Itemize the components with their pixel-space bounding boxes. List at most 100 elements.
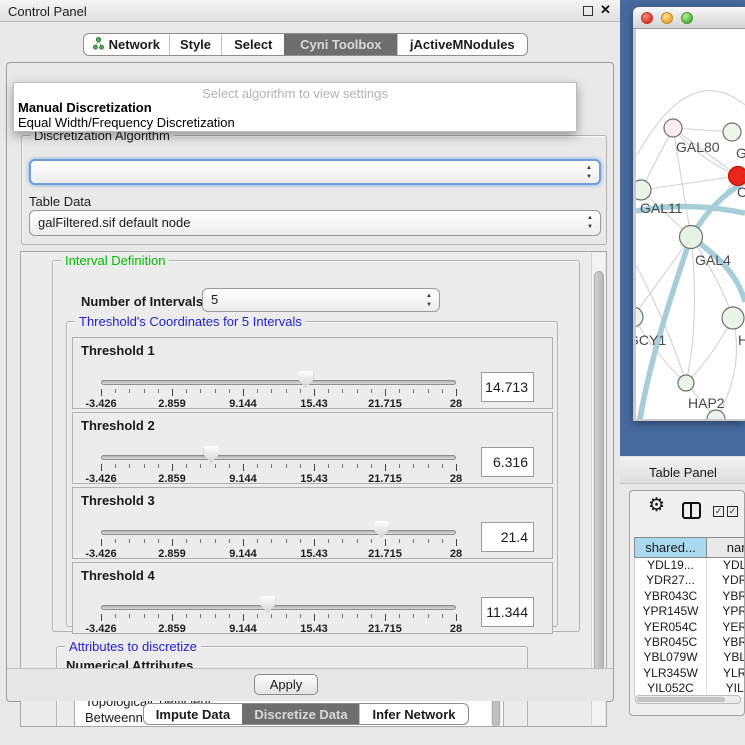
node-attribute-table: shared... name YDL19...YDL1...YDR27...YD…: [634, 537, 745, 697]
network-node[interactable]: [729, 167, 745, 186]
threshold-value-field[interactable]: 14.713: [481, 372, 534, 402]
threshold-value-field[interactable]: 21.4: [481, 522, 534, 552]
network-edge[interactable]: [686, 237, 695, 383]
threshold-slider-thumb[interactable]: [298, 371, 313, 388]
table-row[interactable]: YLR345WYLR3...: [635, 666, 745, 681]
minor-tick: [144, 389, 145, 393]
tick-label: 15.43: [300, 473, 328, 485]
number-of-intervals-combobox[interactable]: 5 ▲▼: [202, 288, 440, 312]
minor-tick: [413, 614, 414, 618]
major-tick: [314, 539, 315, 546]
network-edge[interactable]: [641, 176, 738, 190]
network-node[interactable]: [722, 307, 744, 329]
minimize-traffic-light-icon[interactable]: [661, 12, 673, 24]
scrollbar-thumb[interactable]: [637, 697, 725, 702]
threshold-slider-track[interactable]: [101, 530, 456, 535]
table-data-combobox[interactable]: galFiltered.sif default node ▲▼: [29, 210, 601, 236]
tick-label: 9.144: [229, 623, 257, 635]
network-node[interactable]: [723, 123, 741, 141]
minor-tick: [413, 539, 414, 543]
network-node[interactable]: [680, 226, 703, 249]
table-row[interactable]: YDL19...YDL1...: [635, 558, 745, 573]
tab-style[interactable]: Style: [169, 34, 222, 55]
tab-select[interactable]: Select: [221, 34, 284, 55]
main-vertical-scrollbar[interactable]: [591, 253, 605, 725]
network-node[interactable]: [678, 375, 694, 391]
network-node[interactable]: [636, 180, 651, 200]
network-edge[interactable]: [691, 237, 733, 318]
cell-name: YDR2...: [707, 573, 745, 588]
algorithm-combobox[interactable]: ▲▼: [29, 159, 601, 185]
settings-scroll-panel: Interval Definition Number of Intervals …: [20, 251, 607, 727]
column-header-name[interactable]: name: [707, 538, 745, 557]
threshold-value-field[interactable]: 6.316: [481, 447, 534, 477]
tick-label: -3.426: [85, 473, 116, 485]
tick-label: 15.43: [300, 398, 328, 410]
number-of-intervals-label: Number of Intervals: [81, 294, 203, 309]
close-traffic-light-icon[interactable]: [641, 12, 653, 24]
dropdown-item-equal-width-frequency[interactable]: Equal Width/Frequency Discretization: [14, 115, 576, 130]
table-row[interactable]: YBR045CYBR0...: [635, 635, 745, 650]
minor-tick: [257, 464, 258, 468]
network-edge-thick[interactable]: [691, 237, 745, 302]
network-node[interactable]: [664, 119, 682, 137]
split-pane-icon[interactable]: [682, 502, 701, 519]
apply-button[interactable]: Apply: [254, 674, 318, 695]
cell-name: YBR0...: [707, 589, 745, 604]
minor-tick: [271, 389, 272, 393]
threshold-slider-thumb[interactable]: [374, 521, 389, 538]
tab-impute-data[interactable]: Impute Data: [144, 704, 242, 724]
threshold-slider-track[interactable]: [101, 380, 456, 385]
float-icon[interactable]: [583, 6, 593, 16]
network-window-titlebar: [633, 7, 745, 29]
network-node-label: HAP2: [688, 395, 725, 411]
minor-tick: [413, 464, 414, 468]
gear-icon[interactable]: ⚙: [648, 494, 665, 517]
minor-tick: [399, 539, 400, 543]
minor-tick: [428, 389, 429, 393]
threshold-panel: Threshold 4-3.4262.8599.14415.4321.71528…: [72, 562, 553, 634]
cell-name: YDL1...: [707, 558, 745, 573]
minor-tick: [129, 539, 130, 543]
dropdown-item-manual-discretization[interactable]: Manual Discretization: [14, 100, 576, 115]
threshold-panel: Threshold 1-3.4262.8599.14415.4321.71528…: [72, 337, 553, 409]
minor-tick: [200, 614, 201, 618]
tab-infer-network[interactable]: Infer Network: [359, 704, 468, 724]
table-row[interactable]: YBR043CYBR0...: [635, 589, 745, 604]
threshold-slider-track[interactable]: [101, 605, 456, 610]
threshold-value-field[interactable]: 11.344: [481, 597, 534, 627]
tab-discretize-data[interactable]: Discretize Data: [242, 704, 359, 724]
minor-tick: [357, 464, 358, 468]
network-edge[interactable]: [636, 237, 691, 317]
app-root: Control Panel ✕ NetworkStyleSelectCyni T…: [0, 0, 745, 745]
minor-tick: [186, 389, 187, 393]
tick-label: 28: [450, 398, 462, 410]
scrollbar-thumb[interactable]: [594, 271, 604, 699]
table-row[interactable]: YER054CYER0...: [635, 620, 745, 635]
threshold-slider-track[interactable]: [101, 455, 456, 460]
tab-cyni-toolbox[interactable]: Cyni Toolbox: [284, 34, 396, 55]
table-rows: YDL19...YDL1...YDR27...YDR2...YBR043CYBR…: [634, 558, 745, 697]
table-row[interactable]: YPR145WYPR1...: [635, 604, 745, 619]
network-edge[interactable]: [686, 318, 733, 383]
checkbox-icon[interactable]: ✓: [713, 506, 724, 517]
close-icon[interactable]: ✕: [600, 2, 611, 18]
network-canvas[interactable]: GAL80GACGAL11GAL4GCY1HHAP2: [636, 29, 745, 419]
table-row[interactable]: YBL079WYBL0...: [635, 650, 745, 665]
column-header-shared-name[interactable]: shared...: [635, 538, 707, 557]
network-node[interactable]: [636, 307, 643, 327]
minor-tick: [129, 614, 130, 618]
checkbox-icon[interactable]: ✓: [727, 506, 738, 517]
zoom-traffic-light-icon[interactable]: [681, 12, 693, 24]
tab-network[interactable]: Network: [84, 34, 169, 55]
minor-tick: [357, 614, 358, 618]
threshold-slider-thumb[interactable]: [204, 446, 219, 463]
table-horizontal-scrollbar[interactable]: [635, 695, 741, 704]
minor-tick: [342, 389, 343, 393]
table-row[interactable]: YDR27...YDR2...: [635, 573, 745, 588]
threshold-slider-thumb[interactable]: [260, 596, 275, 613]
tick-label: 2.859: [158, 398, 186, 410]
minor-tick: [271, 464, 272, 468]
tick-label: 15.43: [300, 548, 328, 560]
tab-jactivemnodules[interactable]: jActiveMNodules: [397, 34, 527, 55]
